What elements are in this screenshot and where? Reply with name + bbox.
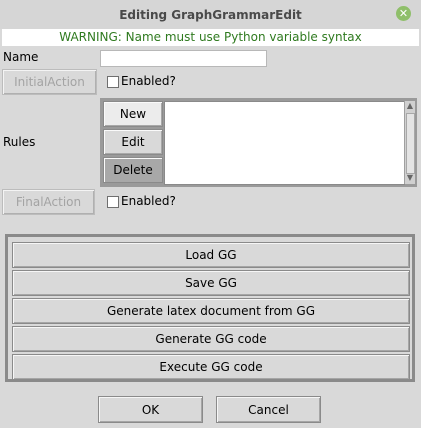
final-action-enabled-checkbox[interactable] [107, 196, 119, 208]
actions-panel: Load GG Save GG Generate latex document … [5, 234, 415, 382]
initial-action-enabled-checkbox[interactable] [107, 76, 119, 88]
delete-rule-button[interactable]: Delete [103, 157, 163, 183]
generate-gg-code-button[interactable]: Generate GG code [12, 326, 410, 352]
rules-scrollbar[interactable]: ▲ ▼ [404, 101, 415, 184]
cancel-button[interactable]: Cancel [216, 396, 321, 423]
window-title: Editing GraphGrammarEdit [119, 7, 302, 22]
final-action-enabled-label: Enabled? [121, 194, 176, 208]
execute-gg-code-button[interactable]: Execute GG code [12, 354, 410, 380]
final-action-button-label: FinalAction [15, 195, 82, 209]
rules-panel: New Edit Delete ▲ ▼ [100, 98, 417, 187]
ok-button-label: OK [141, 402, 160, 417]
rules-listbox[interactable] [164, 101, 405, 185]
edit-rule-button-label: Edit [121, 135, 145, 149]
cancel-button-label: Cancel [248, 402, 289, 417]
initial-action-enabled-label: Enabled? [121, 74, 176, 88]
save-gg-button[interactable]: Save GG [12, 270, 410, 296]
generate-latex-button[interactable]: Generate latex document from GG [12, 298, 410, 324]
load-gg-button[interactable]: Load GG [12, 242, 410, 268]
generate-gg-code-button-label: Generate GG code [155, 332, 267, 346]
save-gg-button-label: Save GG [185, 276, 237, 290]
new-rule-button-label: New [119, 107, 147, 121]
name-input[interactable] [100, 50, 267, 67]
title-bar[interactable]: Editing GraphGrammarEdit ✕ [0, 0, 421, 29]
delete-rule-button-label: Delete [113, 163, 153, 177]
load-gg-button-label: Load GG [185, 248, 237, 262]
new-rule-button[interactable]: New [103, 101, 163, 127]
scroll-up-icon[interactable]: ▲ [405, 101, 415, 111]
initial-action-button[interactable]: InitialAction [2, 69, 97, 95]
ok-button[interactable]: OK [98, 396, 203, 423]
final-action-button[interactable]: FinalAction [2, 189, 95, 215]
close-icon[interactable]: ✕ [396, 6, 411, 21]
rules-label: Rules [3, 135, 36, 149]
edit-rule-button[interactable]: Edit [103, 129, 163, 155]
execute-gg-code-button-label: Execute GG code [159, 360, 263, 374]
scroll-down-icon[interactable]: ▼ [405, 173, 415, 183]
initial-action-button-label: InitialAction [14, 75, 85, 89]
scrollbar-thumb[interactable] [406, 113, 415, 174]
warning-message: WARNING: Name must use Python variable s… [2, 29, 419, 46]
generate-latex-button-label: Generate latex document from GG [106, 304, 316, 318]
name-label: Name [3, 50, 39, 64]
